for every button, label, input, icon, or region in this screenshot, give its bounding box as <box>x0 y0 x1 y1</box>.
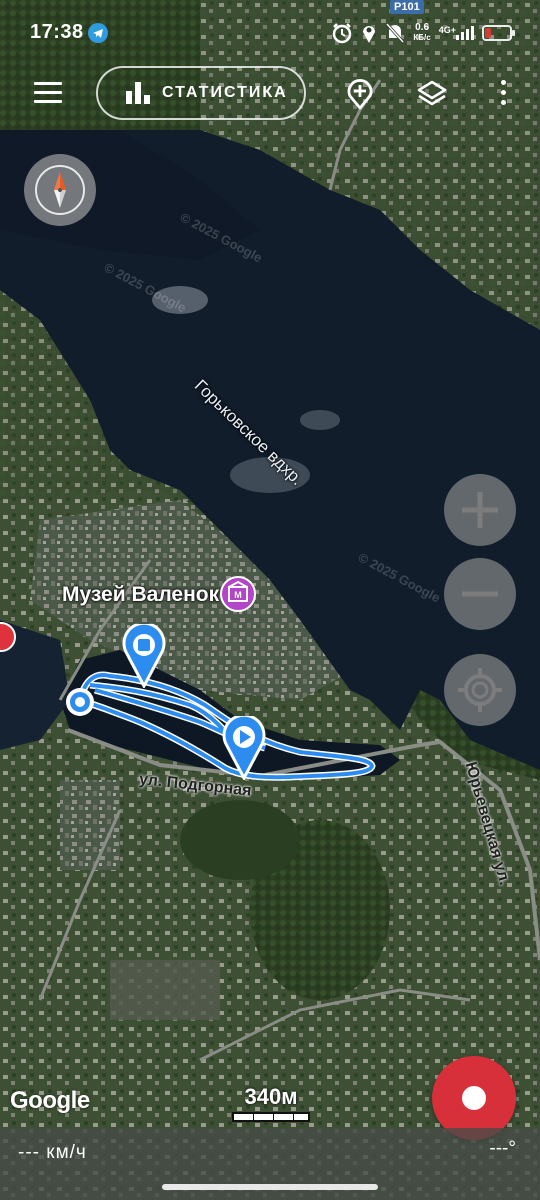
network-speed-value: 0.6 <box>415 22 430 33</box>
zoom-out-button[interactable] <box>444 558 516 630</box>
minus-icon <box>462 591 498 597</box>
zoom-in-button[interactable] <box>444 474 516 546</box>
network-speed: 0.6 КБ/с <box>413 23 430 43</box>
network-speed-unit: КБ/с <box>413 33 431 42</box>
bottom-info-panel[interactable]: --- км/ч ---° <box>0 1128 540 1200</box>
status-icons: 0.6 КБ/с 4G+ <box>331 20 515 46</box>
battery-icon <box>482 25 515 41</box>
google-attribution: Google <box>10 1087 90 1114</box>
track-end-marker-icon[interactable] <box>122 624 166 688</box>
heading-readout: ---° <box>489 1138 516 1159</box>
current-location-icon[interactable] <box>64 686 96 718</box>
add-waypoint-icon[interactable] <box>346 78 374 110</box>
location-icon <box>363 26 376 43</box>
clock: 17:38 <box>30 21 84 43</box>
top-toolbar: СТАТИСТИКА <box>0 62 540 136</box>
map-screen: Р101 © 2025 Google © 2025 Google © 2025 … <box>0 0 540 1200</box>
crosshair-icon <box>458 668 502 712</box>
speed-readout: --- км/ч <box>18 1142 87 1163</box>
alarm-icon <box>333 23 352 44</box>
scale-bar <box>232 1112 310 1122</box>
more-options-button[interactable] <box>498 80 508 110</box>
statistics-button[interactable]: СТАТИСТИКА <box>96 66 306 120</box>
svg-text:M: M <box>234 590 242 600</box>
menu-button[interactable] <box>34 82 62 106</box>
network-type: 4G+ <box>438 25 456 35</box>
map-scale: 340м <box>231 1084 311 1122</box>
plus-icon <box>462 492 498 528</box>
my-location-button[interactable] <box>444 654 516 726</box>
compass-button[interactable] <box>24 154 96 226</box>
layers-icon[interactable] <box>416 78 448 110</box>
record-icon <box>462 1086 486 1110</box>
status-bar: 17:38 0.6 КБ/с 4G+ <box>0 0 540 66</box>
compass-icon <box>35 165 85 215</box>
scale-label: 340м <box>244 1084 298 1109</box>
mute-icon <box>386 23 405 43</box>
panel-drag-handle[interactable] <box>162 1184 378 1190</box>
statistics-label: СТАТИСТИКА <box>162 84 288 101</box>
museum-marker-icon[interactable]: M <box>220 576 256 612</box>
bar-chart-icon <box>126 82 150 104</box>
track-start-marker-icon[interactable] <box>222 716 266 780</box>
museum-label[interactable]: Музей Валенок <box>62 583 219 607</box>
telegram-icon <box>88 23 108 43</box>
signal-bars-icon <box>456 26 474 40</box>
cellular-signal: 4G+ <box>438 25 474 40</box>
